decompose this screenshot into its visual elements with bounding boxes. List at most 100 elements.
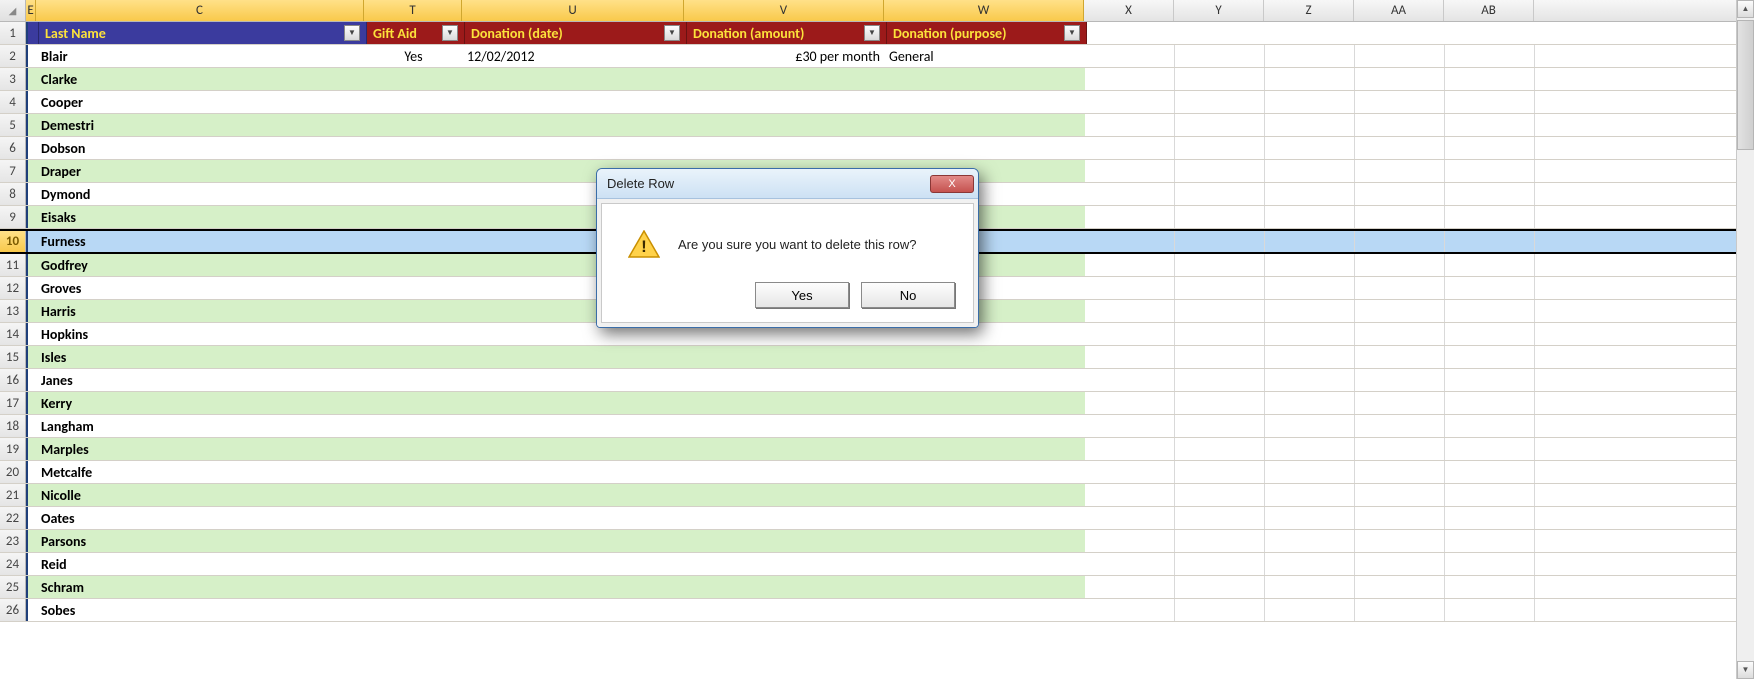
cell-gift-aid[interactable] <box>365 530 463 552</box>
header-donation-amount[interactable]: Donation (amount) ▼ <box>687 22 887 44</box>
blank-cell[interactable] <box>1535 160 1754 182</box>
table-row[interactable]: 3Clarke <box>0 68 1754 91</box>
blank-cell[interactable] <box>1355 346 1445 368</box>
blank-cell[interactable] <box>1265 461 1355 483</box>
cell-donation-date[interactable] <box>463 507 685 529</box>
blank-cell[interactable] <box>1445 45 1535 67</box>
col-header-W[interactable]: W <box>884 0 1084 21</box>
table-row[interactable]: 19Marples <box>0 438 1754 461</box>
table-row[interactable]: 6Dobson <box>0 137 1754 160</box>
blank-cell[interactable] <box>1535 68 1754 90</box>
blank-cell[interactable] <box>1085 438 1175 460</box>
blank-cell[interactable] <box>1445 68 1535 90</box>
cell-last-name[interactable]: Metcalfe <box>37 461 365 483</box>
filter-dropdown-icon[interactable]: ▼ <box>1064 25 1080 41</box>
row-number[interactable]: 20 <box>0 461 26 483</box>
cell-donation-purpose[interactable] <box>885 91 1085 113</box>
cell-donation-amount[interactable] <box>685 68 885 90</box>
cell-donation-date[interactable] <box>463 114 685 136</box>
cell-last-name[interactable]: Reid <box>37 553 365 575</box>
blank-cell[interactable] <box>1085 530 1175 552</box>
cell-donation-amount[interactable] <box>685 369 885 391</box>
blank-cell[interactable] <box>1447 22 1537 44</box>
cell-b[interactable] <box>26 206 37 228</box>
blank-cell[interactable] <box>1355 507 1445 529</box>
cell-gift-aid[interactable] <box>365 415 463 437</box>
dialog-titlebar[interactable]: Delete Row X <box>597 169 978 199</box>
cell-donation-purpose[interactable] <box>885 553 1085 575</box>
row-number[interactable]: 11 <box>0 254 26 276</box>
cell-donation-purpose[interactable] <box>885 137 1085 159</box>
blank-cell[interactable] <box>1175 300 1265 322</box>
cell-donation-purpose[interactable] <box>885 438 1085 460</box>
row-number[interactable]: 18 <box>0 415 26 437</box>
blank-cell[interactable] <box>1445 530 1535 552</box>
blank-cell[interactable] <box>1265 231 1355 252</box>
table-row[interactable]: 4Cooper <box>0 91 1754 114</box>
blank-cell[interactable] <box>1537 22 1754 44</box>
cell-last-name[interactable]: Cooper <box>37 91 365 113</box>
blank-cell[interactable] <box>1535 576 1754 598</box>
cell-last-name[interactable]: Kerry <box>37 392 365 414</box>
filter-dropdown-icon[interactable]: ▼ <box>344 25 360 41</box>
cell-last-name[interactable]: Langham <box>37 415 365 437</box>
cell-last-name[interactable]: Furness <box>37 231 365 252</box>
blank-cell[interactable] <box>1265 160 1355 182</box>
cell-last-name[interactable]: Harris <box>37 300 365 322</box>
cell-donation-date[interactable] <box>463 484 685 506</box>
cell-b[interactable] <box>26 277 37 299</box>
vertical-scrollbar[interactable]: ▲ ▼ <box>1736 0 1754 679</box>
blank-cell[interactable] <box>1175 438 1265 460</box>
blank-cell[interactable] <box>1265 206 1355 228</box>
blank-cell[interactable] <box>1535 254 1754 276</box>
cell-last-name[interactable]: Clarke <box>37 68 365 90</box>
blank-cell[interactable] <box>1265 484 1355 506</box>
blank-cell[interactable] <box>1355 206 1445 228</box>
cell-b[interactable] <box>26 530 37 552</box>
cell-donation-amount[interactable] <box>685 137 885 159</box>
blank-cell[interactable] <box>1175 68 1265 90</box>
filter-dropdown-icon[interactable]: ▼ <box>664 25 680 41</box>
cell-last-name[interactable]: Groves <box>37 277 365 299</box>
col-header-AB[interactable]: AB <box>1444 0 1534 21</box>
col-header-T[interactable]: T <box>364 0 462 21</box>
cell-last-name[interactable]: Oates <box>37 507 365 529</box>
blank-cell[interactable] <box>1175 206 1265 228</box>
row-number[interactable]: 22 <box>0 507 26 529</box>
cell-donation-amount[interactable] <box>685 484 885 506</box>
table-row[interactable]: 16Janes <box>0 369 1754 392</box>
cell-last-name[interactable]: Marples <box>37 438 365 460</box>
yes-button[interactable]: Yes <box>755 282 849 308</box>
blank-cell[interactable] <box>1265 369 1355 391</box>
blank-cell[interactable] <box>1087 22 1177 44</box>
cell-gift-aid[interactable] <box>365 160 463 182</box>
blank-cell[interactable] <box>1445 369 1535 391</box>
scroll-down-icon[interactable]: ▼ <box>1737 661 1754 679</box>
cell-donation-date[interactable] <box>463 461 685 483</box>
blank-cell[interactable] <box>1445 300 1535 322</box>
header-donation-purpose[interactable]: Donation (purpose) ▼ <box>887 22 1087 44</box>
cell-donation-amount[interactable] <box>685 91 885 113</box>
blank-cell[interactable] <box>1085 507 1175 529</box>
cell-donation-amount[interactable] <box>685 599 885 621</box>
blank-cell[interactable] <box>1085 91 1175 113</box>
blank-cell[interactable] <box>1085 68 1175 90</box>
blank-cell[interactable] <box>1535 599 1754 621</box>
blank-cell[interactable] <box>1265 599 1355 621</box>
blank-cell[interactable] <box>1445 183 1535 205</box>
blank-cell[interactable] <box>1265 576 1355 598</box>
scroll-thumb[interactable] <box>1737 20 1754 150</box>
cell-gift-aid[interactable] <box>365 300 463 322</box>
blank-cell[interactable] <box>1355 231 1445 252</box>
blank-cell[interactable] <box>1265 68 1355 90</box>
blank-cell[interactable] <box>1535 277 1754 299</box>
cell-last-name[interactable]: Blair <box>37 45 365 67</box>
blank-cell[interactable] <box>1445 507 1535 529</box>
col-header-C[interactable]: C <box>36 0 364 21</box>
cell-donation-amount[interactable] <box>685 415 885 437</box>
row-number[interactable]: 8 <box>0 183 26 205</box>
cell-gift-aid[interactable] <box>365 114 463 136</box>
blank-cell[interactable] <box>1535 346 1754 368</box>
blank-cell[interactable] <box>1355 415 1445 437</box>
blank-cell[interactable] <box>1265 91 1355 113</box>
